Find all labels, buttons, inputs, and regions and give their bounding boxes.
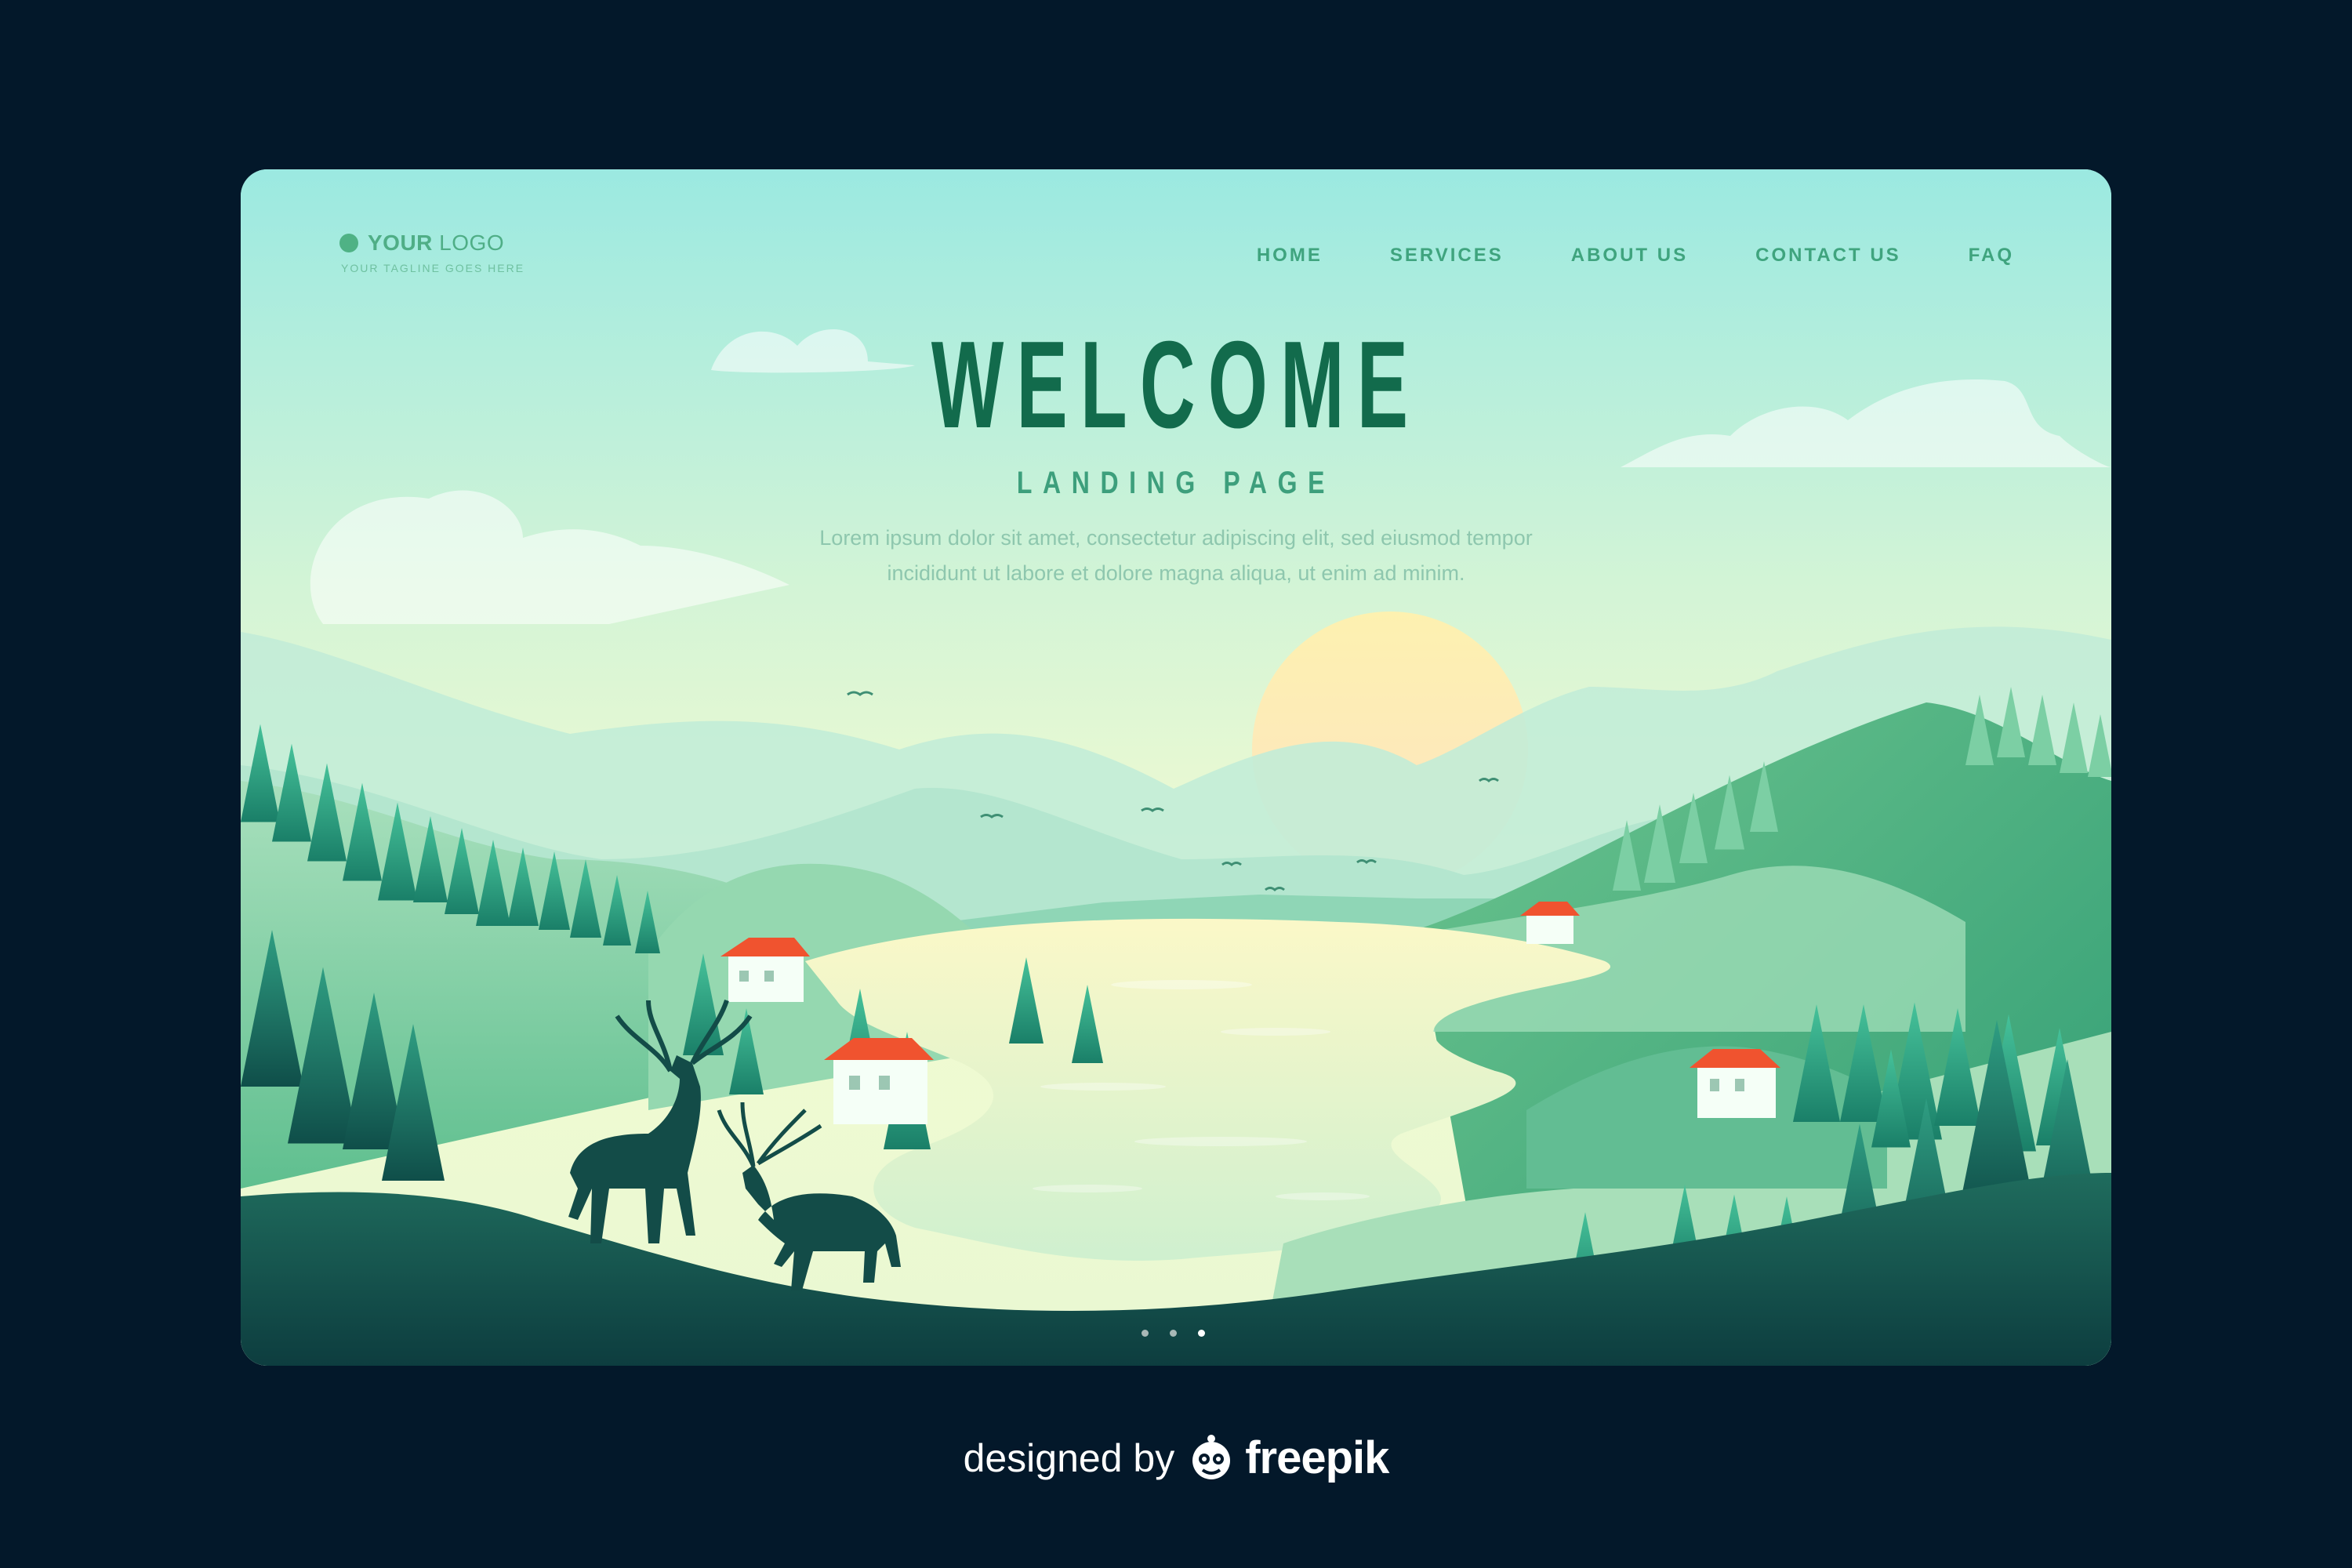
nav-contact-us[interactable]: CONTACT US [1755,245,1901,267]
logo-tagline: YOUR TAGLINE GOES HERE [341,262,525,274]
hero-description: Lorem ipsum dolor sit amet, consectetur … [241,521,2111,591]
nav-services[interactable]: SERVICES [1390,245,1504,267]
designer-credit: designed by freepik [0,1432,2352,1484]
carousel-dot-3-active[interactable] [1198,1330,1205,1337]
carousel-indicators [1142,1330,1226,1337]
landing-page-card: YOUR LOGO YOUR TAGLINE GOES HERE HOME SE… [241,169,2111,1366]
logo-text-light: LOGO [432,230,505,255]
logo-text-bold: YOUR [368,230,433,255]
carousel-dot-2[interactable] [1170,1330,1177,1337]
hero-subtitle: LANDING PAGE [1016,466,1336,500]
house-icon [1690,1049,1780,1118]
nav-about-us[interactable]: ABOUT US [1571,245,1688,267]
main-nav: HOME SERVICES ABOUT US CONTACT US FAQ [1189,245,2014,267]
house-icon [824,1038,934,1124]
logo-dot-icon [339,234,358,252]
brand-logo[interactable]: YOUR LOGO YOUR TAGLINE GOES HERE [339,230,524,274]
hero-title: WELCOME [931,316,1421,454]
nav-home[interactable]: HOME [1257,245,1323,267]
credit-prefix: designed by [963,1436,1175,1480]
hero-description-line-1: Lorem ipsum dolor sit amet, consectetur … [819,526,1533,550]
logo-text: YOUR LOGO [368,230,504,256]
carousel-dot-1[interactable] [1142,1330,1149,1337]
nav-faq[interactable]: FAQ [1969,245,2014,267]
freepik-logo-icon [1192,1434,1231,1479]
hero-description-line-2: incididunt ut labore et dolore magna ali… [887,561,1465,585]
freepik-brand: freepik [1245,1432,1389,1483]
